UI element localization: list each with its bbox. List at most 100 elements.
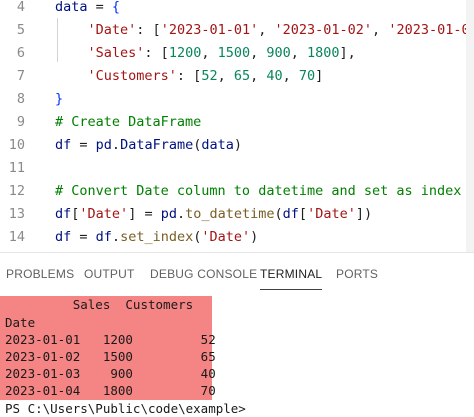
terminal-panel[interactable]: Sales Customers Date 2023-01-01 1200 52 …	[0, 296, 474, 417]
code-token: : [	[136, 22, 161, 38]
code-token: DataFrame	[120, 137, 194, 153]
code-token: df	[95, 229, 112, 245]
code-token: : [	[144, 45, 169, 61]
code-token: set_index	[120, 229, 194, 245]
code-token: )	[250, 229, 259, 245]
tab-output[interactable]: OUTPUT	[84, 253, 135, 296]
terminal-output-index-name: Date	[5, 315, 36, 330]
code-token: ] =	[128, 206, 161, 222]
code-token: ,	[290, 45, 308, 61]
line-number: 7	[16, 68, 25, 84]
tab-ports-label: PORTS	[336, 267, 379, 281]
code-token: {	[111, 0, 121, 15]
code-token: 1800	[307, 45, 340, 61]
code-token: ,	[250, 68, 267, 84]
vscode-window: 4 data = {5 'Date': ['2023-01-01', '2023-…	[0, 0, 474, 417]
code-token: '2023-01-03'	[388, 22, 474, 38]
code-line[interactable]: 14 df = df.set_index('Date')	[0, 226, 474, 249]
code-token: =	[71, 229, 96, 245]
panel-tab-bar: PROBLEMS OUTPUT DEBUG CONSOLE TERMINAL P…	[0, 253, 474, 296]
code-text: df = df.set_index('Date')	[55, 226, 258, 249]
code-token: =	[71, 137, 96, 153]
terminal-prompt[interactable]: PS C:\Users\Public\code\example>	[5, 400, 246, 417]
tab-debug-console[interactable]: DEBUG CONSOLE	[150, 253, 257, 296]
code-line[interactable]: 13 df['Date'] = pd.to_datetime(df['Date']…	[0, 203, 474, 226]
code-token: data	[55, 0, 88, 15]
code-token: )	[233, 137, 243, 153]
code-token: 'Date'	[79, 206, 129, 222]
code-line[interactable]: 6 'Sales': [1200, 1500, 900, 1800],	[0, 42, 474, 65]
code-token: pd	[160, 206, 177, 222]
code-token: 'Date'	[87, 22, 137, 38]
code-line[interactable]: 11	[0, 157, 474, 180]
terminal-output-row: 2023-01-03 900 40	[5, 366, 216, 381]
terminal-output-header: Sales Customers	[5, 297, 194, 312]
code-text: # Create DataFrame	[55, 111, 201, 134]
code-token: .	[111, 229, 121, 245]
code-token: 52	[201, 68, 218, 84]
code-token: ],	[339, 45, 356, 61]
tab-problems-label: PROBLEMS	[6, 267, 75, 281]
code-token: : [	[176, 68, 202, 84]
code-token: 65	[233, 68, 251, 84]
code-token: ,	[372, 22, 389, 38]
code-line[interactable]: 10 df = pd.DataFrame(data)	[0, 134, 474, 157]
code-token: df	[282, 206, 299, 222]
code-token: # Create DataFrame	[55, 114, 202, 130]
line-number: 4	[16, 0, 25, 15]
code-text: 'Customers': [52, 65, 40, 70]	[55, 65, 324, 88]
code-line[interactable]: 4 data = {	[0, 0, 474, 19]
code-token: '2023-01-02'	[274, 22, 373, 38]
code-line[interactable]: 9 # Create DataFrame	[0, 111, 474, 134]
terminal-output-row: 2023-01-02 1500 65	[5, 349, 216, 364]
code-token: 900	[266, 45, 291, 61]
code-token: 1200	[168, 45, 202, 61]
code-line[interactable]: 8}	[0, 88, 474, 111]
code-token: ,	[250, 45, 267, 61]
code-token: data	[201, 137, 234, 153]
code-text: 'Date': ['2023-01-01', '2023-01-02', '20…	[55, 19, 474, 42]
code-token: .	[176, 206, 186, 222]
code-token: 'Date'	[201, 229, 251, 245]
code-token: ,	[201, 45, 218, 61]
code-token: =	[87, 0, 112, 15]
code-token: 'Sales'	[87, 45, 145, 61]
line-number: 8	[16, 91, 25, 107]
code-token: ]	[315, 68, 324, 84]
code-token: df	[55, 229, 72, 245]
code-editor[interactable]: 4 data = {5 'Date': ['2023-01-01', '2023-…	[0, 0, 474, 252]
code-token: ])	[355, 206, 373, 222]
code-token: .	[111, 137, 121, 153]
code-line[interactable]: 12 # Convert Date column to datetime and …	[0, 180, 474, 203]
code-token: ,	[217, 68, 234, 84]
tab-ports[interactable]: PORTS	[336, 253, 378, 296]
code-token: (	[274, 206, 283, 222]
terminal-output-row: 2023-01-04 1800 70	[5, 383, 216, 398]
tab-terminal[interactable]: TERMINAL	[260, 253, 323, 296]
code-token: 70	[298, 68, 316, 84]
code-token: df	[55, 206, 72, 222]
tab-output-label: OUTPUT	[84, 267, 135, 281]
active-tab-indicator	[260, 289, 323, 290]
line-number: 14	[8, 229, 25, 245]
code-line[interactable]: 7 'Customers': [52, 65, 40, 70]	[0, 65, 474, 88]
code-token: pd	[95, 137, 112, 153]
code-token: 1500	[217, 45, 251, 61]
tab-terminal-label: TERMINAL	[260, 267, 323, 281]
tab-debug-console-label: DEBUG CONSOLE	[150, 267, 258, 281]
tab-problems[interactable]: PROBLEMS	[6, 253, 74, 296]
line-number: 5	[16, 22, 25, 38]
line-number: 12	[8, 183, 25, 199]
code-token: [	[298, 206, 308, 222]
code-text: df['Date'] = pd.to_datetime(df['Date'])	[55, 203, 372, 226]
editor-scrollbar[interactable]	[466, 0, 474, 252]
code-text: # Convert Date column to datetime and se…	[55, 180, 461, 203]
code-line[interactable]: 5 'Date': ['2023-01-01', '2023-01-02', '…	[0, 19, 474, 42]
terminal-output-row: 2023-01-01 1200 52	[5, 332, 216, 347]
code-token: ,	[258, 22, 275, 38]
code-token: }	[55, 91, 64, 107]
line-number: 9	[16, 114, 25, 130]
code-token: '2023-01-01'	[160, 22, 259, 38]
